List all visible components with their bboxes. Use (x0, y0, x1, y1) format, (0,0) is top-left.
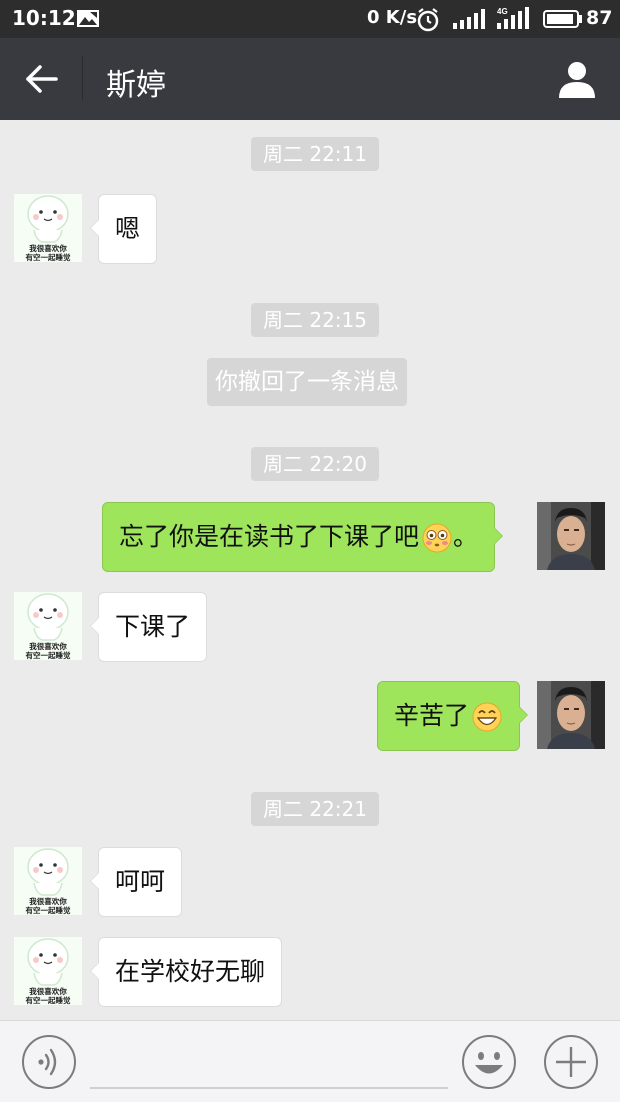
message-input[interactable] (90, 1087, 448, 1089)
net-speed: 0 K/s (367, 7, 418, 28)
input-bar (0, 1020, 620, 1102)
user-photo-icon (537, 681, 605, 749)
svg-text:有空一起睡觉: 有空一起睡觉 (26, 252, 71, 262)
page-title: 斯婷 (106, 68, 166, 103)
svg-text:有空一起睡觉: 有空一起睡觉 (26, 650, 71, 660)
smiley-icon[interactable] (461, 1034, 517, 1090)
message-text: 辛苦了 (394, 701, 470, 730)
image-notification-icon (77, 10, 99, 27)
status-time: 10:12 (12, 6, 76, 30)
avatar-contact[interactable]: 我很喜欢你 有空一起睡觉 (14, 592, 82, 660)
timestamp: 周二 22:21 (251, 792, 379, 826)
message-text: 在学校好无聊 (115, 957, 266, 986)
svg-text:有空一起睡觉: 有空一起睡觉 (26, 995, 71, 1005)
signal-4g-icon: 4G (497, 7, 529, 29)
flushed-face-icon (422, 523, 452, 553)
battery-percent: 87 (586, 7, 613, 29)
sticker-face-icon: 我很喜欢你 有空一起睡觉 (26, 848, 71, 915)
status-bar: 10:12 0 K/s 4G 87 (0, 0, 620, 38)
timestamp: 周二 22:20 (251, 447, 379, 481)
avatar-self[interactable] (537, 681, 605, 749)
message-text: 下课了 (115, 612, 191, 641)
svg-text:我很喜欢你: 我很喜欢你 (29, 243, 67, 253)
grinning-face-icon (472, 702, 502, 732)
system-message: 你撤回了一条消息 (207, 358, 407, 406)
timestamp: 周二 22:11 (251, 137, 379, 171)
svg-text:有空一起睡觉: 有空一起睡觉 (26, 905, 71, 915)
svg-text:我很喜欢你: 我很喜欢你 (29, 986, 67, 996)
chat-header: 斯婷 (0, 38, 620, 120)
svg-text:我很喜欢你: 我很喜欢你 (29, 641, 67, 651)
plus-icon[interactable] (543, 1034, 599, 1090)
message-bubble-received[interactable]: 呵呵 (89, 847, 183, 917)
signal-icon (453, 9, 485, 29)
message-text-trail: 。 (453, 522, 479, 551)
avatar-contact[interactable]: 我很喜欢你 有空一起睡觉 (14, 847, 82, 915)
message-bubble-received[interactable]: 嗯 (89, 194, 158, 264)
sticker-face-icon: 我很喜欢你 有空一起睡觉 (26, 938, 71, 1005)
message-text: 忘了你是在读书了下课了吧 (119, 522, 420, 551)
message-bubble-sent[interactable]: 忘了你是在读书了下课了吧 。 (102, 502, 504, 572)
user-photo-icon (537, 502, 605, 570)
svg-text:我很喜欢你: 我很喜欢你 (29, 896, 67, 906)
voice-icon[interactable] (21, 1034, 77, 1090)
sticker-face-icon: 我很喜欢你 有空一起睡觉 (26, 195, 71, 262)
avatar-contact[interactable]: 我很喜欢你 有空一起睡觉 (14, 937, 82, 1005)
alarm-icon (417, 8, 439, 32)
message-bubble-sent[interactable]: 辛苦了 (377, 681, 529, 751)
message-text: 呵呵 (115, 867, 166, 896)
header-divider (82, 56, 83, 100)
avatar-contact[interactable]: 我很喜欢你 有空一起睡觉 (14, 194, 82, 262)
message-bubble-received[interactable]: 下课了 (89, 592, 208, 662)
network-type: 4G (497, 7, 508, 16)
message-bubble-received[interactable]: 在学校好无聊 (89, 937, 283, 1007)
battery-icon (543, 10, 582, 28)
sticker-face-icon: 我很喜欢你 有空一起睡觉 (26, 593, 71, 660)
arrow-left-icon[interactable] (24, 61, 60, 97)
message-text: 嗯 (115, 214, 141, 243)
avatar-self[interactable] (537, 502, 605, 570)
message-list[interactable]: 周二 22:11 我很喜欢你 有空一起睡觉 嗯 周二 22:15 你撤回了一条消… (0, 120, 620, 1020)
timestamp: 周二 22:15 (251, 303, 379, 337)
person-icon[interactable] (556, 58, 598, 100)
